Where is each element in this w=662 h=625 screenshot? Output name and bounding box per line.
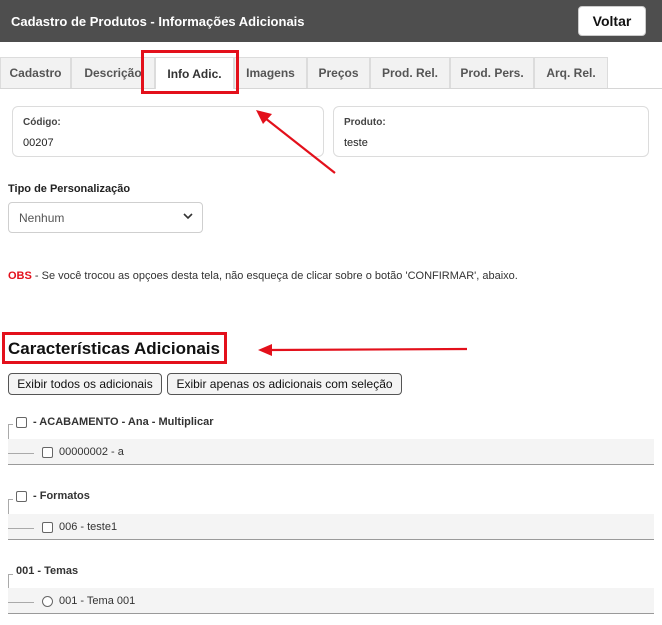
arrow-to-section [258, 344, 468, 356]
arrow-to-tab [256, 110, 336, 174]
annotation-arrows [256, 110, 468, 356]
